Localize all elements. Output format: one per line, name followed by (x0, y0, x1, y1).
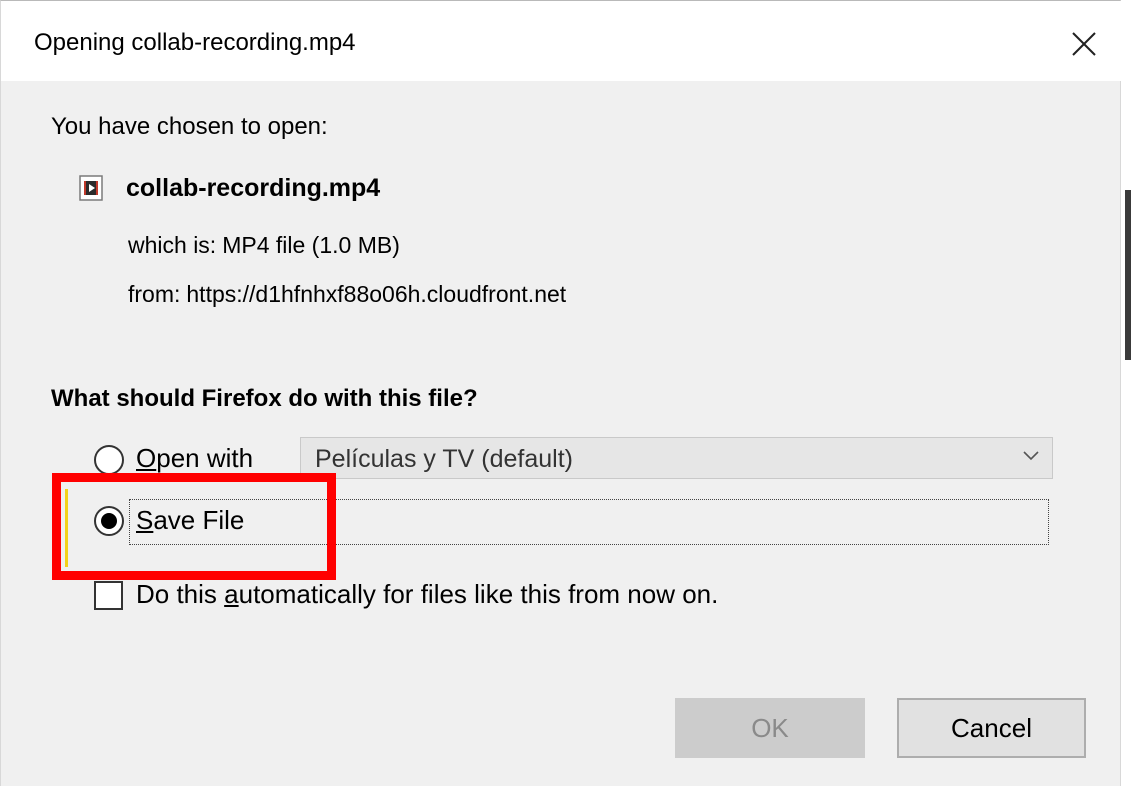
auto-action-label-rest: utomatically for files like this from no… (238, 579, 719, 609)
video-file-icon (79, 175, 103, 201)
file-name: collab-recording.mp4 (126, 174, 381, 202)
file-source-label: from: (128, 281, 181, 307)
auto-action-checkbox[interactable] (94, 581, 123, 610)
download-dialog: Opening collab-recording.mp4 You have ch… (0, 0, 1121, 786)
intro-text: You have chosen to open: (51, 113, 328, 140)
ok-button[interactable]: OK (675, 698, 865, 758)
auto-action-label[interactable]: Do this automatically for files like thi… (136, 579, 718, 610)
save-file-label[interactable]: Save File (136, 505, 244, 536)
file-type-value: MP4 file (1.0 MB) (222, 232, 400, 258)
cancel-button[interactable]: Cancel (897, 698, 1086, 758)
file-source-row: from: https://d1hfnhxf88o06h.cloudfront.n… (128, 281, 566, 308)
save-file-accel: S (136, 505, 154, 535)
open-with-accel: O (136, 443, 157, 473)
chevron-down-icon (1023, 451, 1039, 461)
file-source-value: https://d1hfnhxf88o06h.cloudfront.net (186, 281, 567, 307)
close-icon (1072, 32, 1096, 56)
close-button[interactable] (1061, 23, 1105, 65)
open-with-app-select[interactable]: Películas y TV (default) (300, 437, 1053, 479)
save-file-label-rest: ave File (153, 505, 245, 535)
file-type-label: which is: (128, 232, 217, 258)
save-file-radio[interactable] (94, 506, 124, 536)
save-file-focus-rect (129, 499, 1049, 545)
background-scrollbar (1125, 190, 1131, 360)
dialog-title: Opening collab-recording.mp4 (34, 29, 356, 56)
open-with-label[interactable]: Open with (136, 443, 253, 474)
title-bar: Opening collab-recording.mp4 (1, 1, 1121, 81)
focus-accent-mark (65, 489, 68, 567)
open-with-label-rest: pen with (156, 443, 254, 473)
open-with-radio[interactable] (94, 445, 124, 475)
background-window-edge (1121, 0, 1131, 786)
auto-action-accel: a (224, 579, 239, 609)
action-question: What should Firefox do with this file? (51, 385, 478, 412)
file-type-row: which is: MP4 file (1.0 MB) (128, 232, 400, 259)
auto-action-label-pre: Do this (136, 579, 225, 609)
open-with-app-value: Películas y TV (default) (315, 445, 573, 473)
